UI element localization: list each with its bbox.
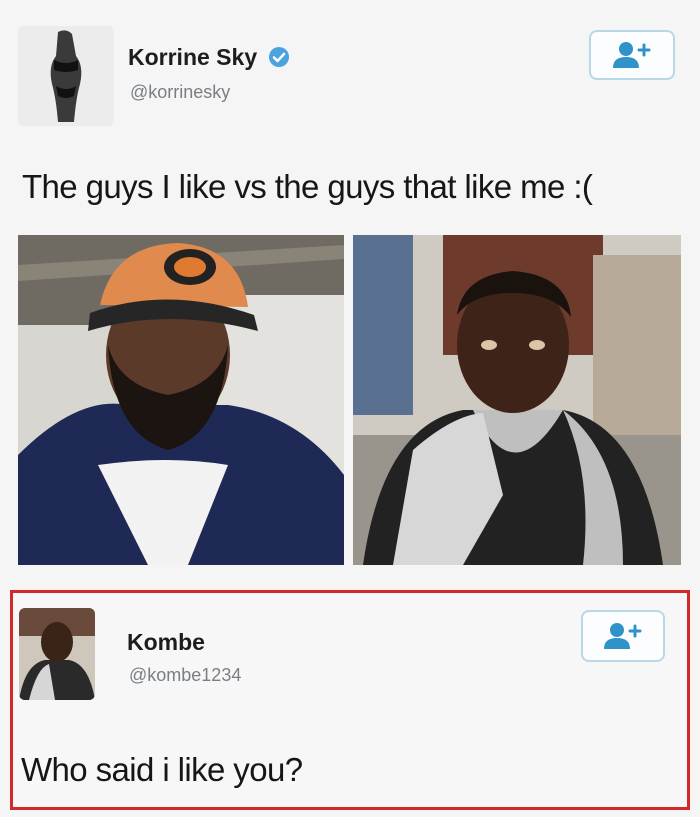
photo-man-grey-jacket [353,235,681,565]
avatar-silhouette-icon [18,26,114,126]
tweet-photo-right[interactable] [353,235,681,565]
follow-button[interactable] [589,30,675,80]
tweet-photo-left[interactable] [18,235,344,565]
verified-badge-icon [268,46,290,74]
add-user-icon [604,623,642,649]
reply-author-avatar[interactable] [19,608,95,700]
reply-highlight-box: Kombe @kombe1234 Who said i like you? [10,590,690,810]
author-name[interactable]: Korrine Sky [128,44,290,74]
add-user-icon [613,42,651,68]
photo-man-orange-cap [18,235,344,565]
tweet-text: The guys I like vs the guys that like me… [22,168,593,205]
reply-follow-button[interactable] [581,610,665,662]
author-avatar[interactable] [18,26,114,126]
author-handle[interactable]: @korrinesky [130,82,230,103]
reply-author-name[interactable]: Kombe [127,629,205,656]
author-name-text[interactable]: Korrine Sky [128,44,257,70]
reply-avatar-photo-icon [19,608,95,700]
reply-author-handle[interactable]: @kombe1234 [129,665,241,686]
reply-text: Who said i like you? [21,751,303,788]
